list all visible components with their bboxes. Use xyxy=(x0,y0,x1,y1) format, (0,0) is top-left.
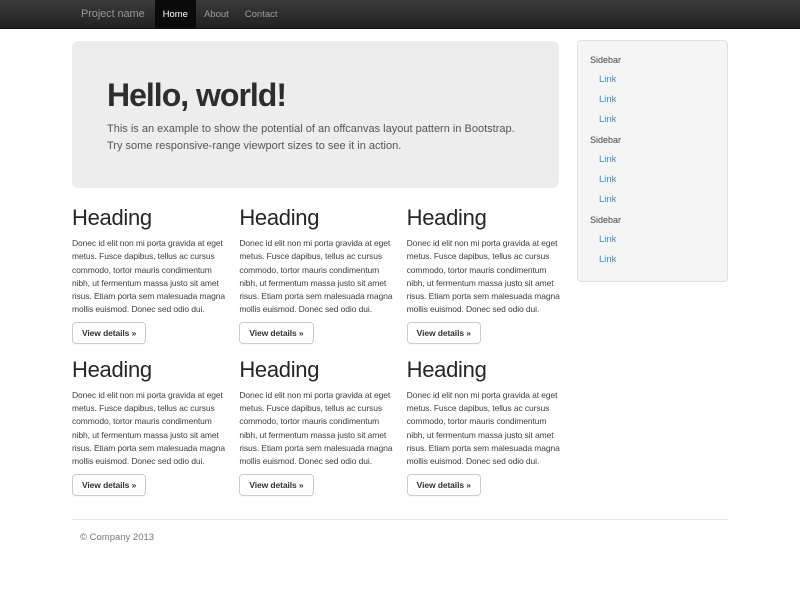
card-body-text: Donec id elit non mi porta gravida at eg… xyxy=(407,389,560,469)
card-body-text: Donec id elit non mi porta gravida at eg… xyxy=(239,237,392,317)
sidebar-link[interactable]: Link xyxy=(599,255,715,265)
sidebar-heading: Sidebar xyxy=(590,135,715,145)
view-details-button[interactable]: View details » xyxy=(72,322,146,344)
view-details-button[interactable]: View details » xyxy=(239,474,313,496)
page-footer: © Company 2013 xyxy=(72,519,728,543)
sidebar-link[interactable]: Link xyxy=(599,155,715,165)
navbar-menu: Home About Contact xyxy=(155,0,286,28)
card-heading: Heading xyxy=(239,206,392,229)
content-card: Heading Donec id elit non mi porta gravi… xyxy=(239,206,392,344)
sidebar-link[interactable]: Link xyxy=(599,195,715,205)
sidebar-link[interactable]: Link xyxy=(599,115,715,125)
card-body-text: Donec id elit non mi porta gravida at eg… xyxy=(72,389,225,469)
view-details-button[interactable]: View details » xyxy=(72,474,146,496)
view-details-button[interactable]: View details » xyxy=(407,322,481,344)
content-card: Heading Donec id elit non mi porta gravi… xyxy=(407,358,560,496)
content-card: Heading Donec id elit non mi porta gravi… xyxy=(407,206,560,344)
sidebar-group: Sidebar Link Link Link xyxy=(590,55,715,125)
content-card: Heading Donec id elit non mi porta gravi… xyxy=(72,206,225,344)
nav-item-contact[interactable]: Contact xyxy=(237,0,286,28)
page-title: Hello, world! xyxy=(107,78,524,112)
card-heading: Heading xyxy=(72,206,225,229)
card-body-text: Donec id elit non mi porta gravida at eg… xyxy=(239,389,392,469)
card-body-text: Donec id elit non mi porta gravida at eg… xyxy=(407,237,560,317)
card-heading: Heading xyxy=(407,206,560,229)
card-heading: Heading xyxy=(407,358,560,381)
sidebar-heading: Sidebar xyxy=(590,215,715,225)
sidebar-group: Sidebar Link Link Link xyxy=(590,135,715,205)
sidebar-link[interactable]: Link xyxy=(599,75,715,85)
nav-item-about[interactable]: About xyxy=(196,0,237,28)
sidebar-link[interactable]: Link xyxy=(599,175,715,185)
view-details-button[interactable]: View details » xyxy=(239,322,313,344)
copyright-text: © Company 2013 xyxy=(80,532,728,543)
card-heading: Heading xyxy=(239,358,392,381)
sidebar-heading: Sidebar xyxy=(590,55,715,65)
card-heading: Heading xyxy=(72,358,225,381)
content-grid: Heading Donec id elit non mi porta gravi… xyxy=(72,206,560,496)
jumbotron-description: This is an example to show the potential… xyxy=(107,121,524,155)
nav-item-home[interactable]: Home xyxy=(155,0,196,28)
jumbotron: Hello, world! This is an example to show… xyxy=(72,41,559,188)
sidebar: Sidebar Link Link Link Sidebar Link Link… xyxy=(577,40,728,282)
content-card: Heading Donec id elit non mi porta gravi… xyxy=(72,358,225,496)
card-body-text: Donec id elit non mi porta gravida at eg… xyxy=(72,237,225,317)
top-navbar: Project name Home About Contact xyxy=(0,0,800,29)
brand-link[interactable]: Project name xyxy=(81,0,145,28)
sidebar-link[interactable]: Link xyxy=(599,235,715,245)
content-card: Heading Donec id elit non mi porta gravi… xyxy=(239,358,392,496)
sidebar-group: Sidebar Link Link xyxy=(590,215,715,265)
sidebar-link[interactable]: Link xyxy=(599,95,715,105)
view-details-button[interactable]: View details » xyxy=(407,474,481,496)
